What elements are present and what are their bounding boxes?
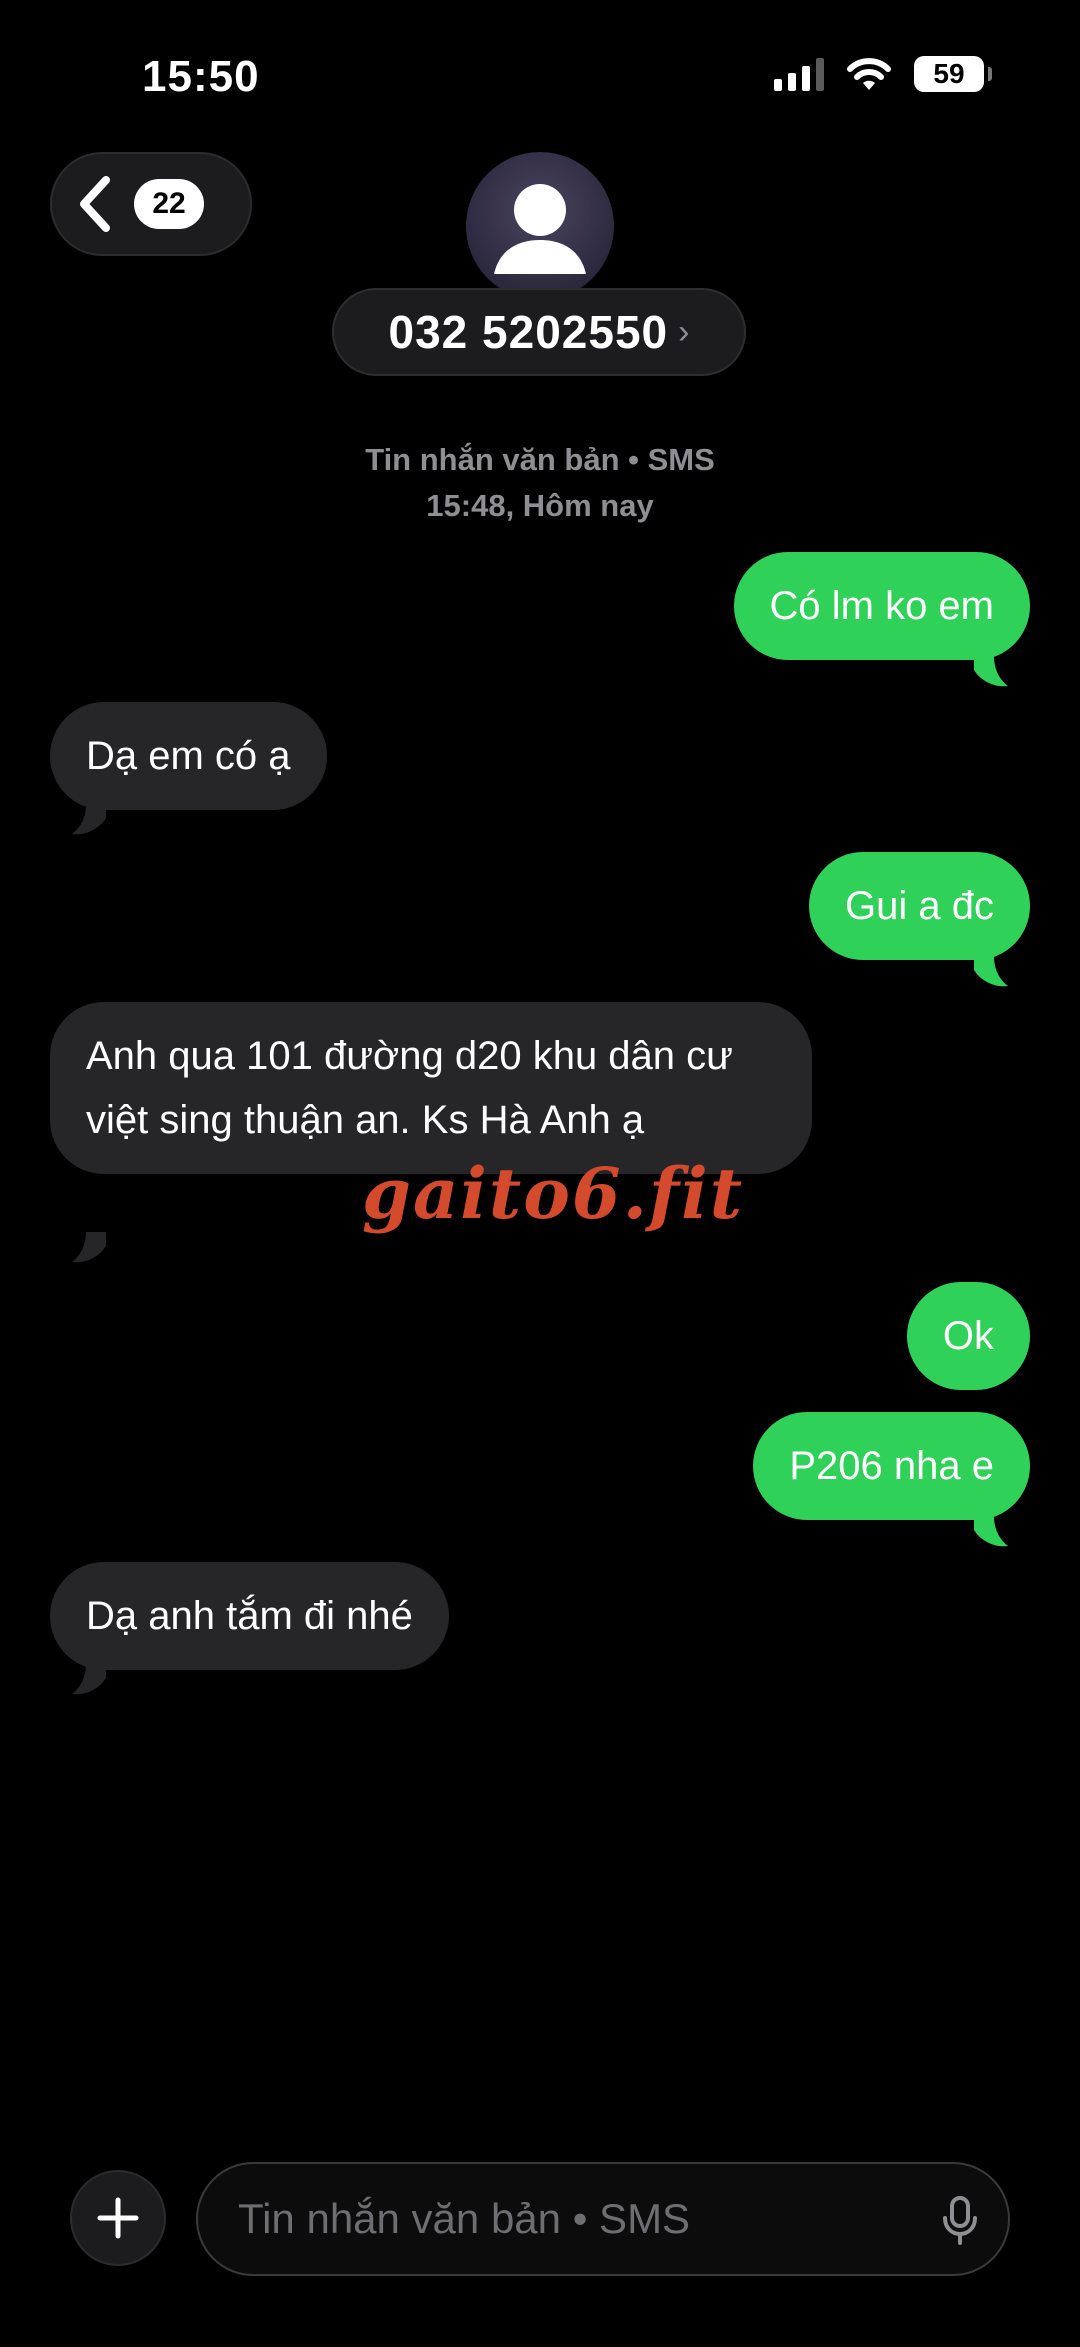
bubble-tail: [72, 804, 106, 835]
person-icon: [494, 184, 586, 274]
contact-name-button[interactable]: 032 5202550 ›: [332, 288, 746, 376]
battery-level: 59: [933, 58, 965, 89]
contact-avatar[interactable]: [466, 152, 614, 300]
message-text: Gui a đc: [845, 884, 994, 928]
bubble-tail: [974, 1516, 1008, 1547]
message-text: Dạ anh tắm đi nhé: [86, 1594, 413, 1638]
back-button[interactable]: 22: [50, 152, 252, 256]
contact-name: 032 5202550: [388, 306, 669, 358]
message-text: Dạ em có ạ: [86, 734, 291, 778]
bubble-tail: [974, 956, 1008, 987]
plus-icon: [97, 2197, 139, 2239]
message-bubble-sent[interactable]: Gui a đc: [809, 852, 1030, 960]
bubble-tail: [974, 656, 1008, 687]
battery-icon: 59: [914, 56, 992, 92]
bubble-tail: [72, 1664, 106, 1695]
message-input-placeholder: Tin nhắn văn bản • SMS: [238, 2195, 691, 2242]
message-bubble-sent[interactable]: Có lm ko em: [733, 552, 1030, 660]
status-icons: 59: [774, 56, 992, 92]
message-bubble-received[interactable]: Dạ anh tắm đi nhé: [50, 1562, 449, 1670]
cellular-signal-icon: [774, 57, 824, 91]
message-text: Anh qua 101 đường d20 khu dân cư việt si…: [86, 1034, 733, 1142]
message-bubble-sent[interactable]: P206 nha e: [753, 1412, 1030, 1520]
chevron-left-icon: [80, 176, 110, 232]
message-bubble-sent[interactable]: Ok: [906, 1282, 1030, 1390]
conversation-timestamp: 15:48, Hôm nay: [426, 488, 654, 523]
conversation-type-label: Tin nhắn văn bản • SMS: [365, 442, 715, 477]
microphone-icon[interactable]: [942, 2196, 978, 2246]
add-attachment-button[interactable]: [70, 2170, 166, 2266]
wifi-icon: [847, 58, 891, 90]
message-bubble-received[interactable]: Dạ em có ạ: [50, 702, 327, 810]
chevron-right-icon: ›: [678, 312, 690, 351]
status-time: 15:50: [142, 52, 260, 101]
unread-count-badge: 22: [134, 179, 204, 229]
message-bubble-received[interactable]: Anh qua 101 đường d20 khu dân cư việt si…: [50, 1002, 812, 1174]
message-text: P206 nha e: [789, 1444, 994, 1488]
message-input[interactable]: Tin nhắn văn bản • SMS: [196, 2162, 1010, 2276]
message-text: Ok: [942, 1314, 994, 1358]
watermark-text: gaito6.fit: [362, 1152, 745, 1235]
bubble-tail: [72, 1232, 106, 1263]
message-text: Có lm ko em: [769, 584, 995, 628]
